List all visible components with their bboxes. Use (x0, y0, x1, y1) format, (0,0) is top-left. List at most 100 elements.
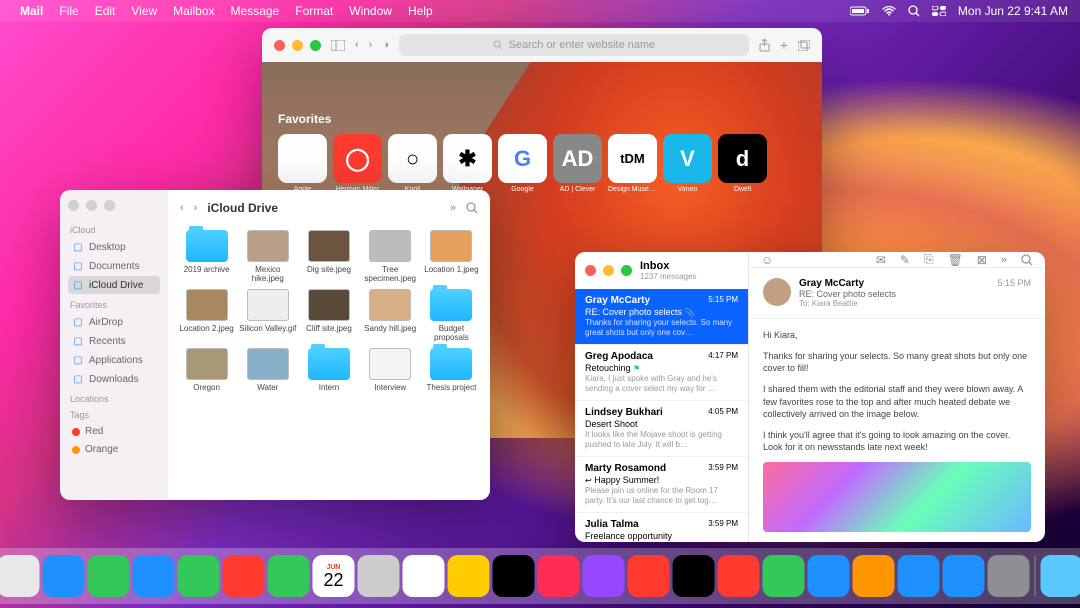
file-thesis-project[interactable]: Thesis project (423, 348, 480, 392)
sidebar-item-red[interactable]: Red (68, 423, 160, 440)
message-marty-rosamond[interactable]: Marty Rosamond3:59 PM↩ Happy Summer! Ple… (575, 457, 748, 513)
file-location-2-jpeg[interactable]: Location 2.jpeg (178, 289, 235, 342)
favorite-apple[interactable]: Apple (278, 134, 327, 193)
finder-more-icon[interactable]: » (450, 202, 456, 214)
dock-pages[interactable] (853, 555, 895, 597)
dock-system-preferences[interactable] (988, 555, 1030, 597)
favorite-vimeo[interactable]: VVimeo (663, 134, 712, 193)
mail-search-icon[interactable] (1021, 254, 1033, 266)
favorite-wallpaper[interactable]: ✱Wallpaper (443, 134, 492, 193)
file-dig-site-jpeg[interactable]: Dig site.jpeg (300, 230, 357, 283)
junk-icon[interactable]: ⊠ (977, 253, 987, 267)
dock-launchpad[interactable] (0, 555, 40, 597)
menu-message[interactable]: Message (231, 4, 280, 18)
compose-icon[interactable]: ✎ (900, 253, 910, 267)
dock-news[interactable] (628, 555, 670, 597)
finder-search-icon[interactable] (466, 202, 478, 214)
dock-reminders[interactable] (403, 555, 445, 597)
sidebar-item-documents[interactable]: ▢Documents (68, 257, 160, 275)
menu-format[interactable]: Format (295, 4, 333, 18)
file-intern[interactable]: Intern (300, 348, 357, 392)
dock-stocks[interactable] (673, 555, 715, 597)
message-julia-talma[interactable]: Julia Talma3:59 PMFreelance opportunity … (575, 513, 748, 542)
forward-button[interactable]: › (369, 39, 373, 51)
favorite-herman-miller[interactable]: ◯Herman Miller (333, 134, 382, 193)
dock-tv[interactable] (493, 555, 535, 597)
menu-view[interactable]: View (131, 4, 157, 18)
file-oregon[interactable]: Oregon (178, 348, 235, 392)
reply-icon[interactable]: ✉ (876, 253, 886, 267)
menu-help[interactable]: Help (408, 4, 433, 18)
file-cliff-site-jpeg[interactable]: Cliff site.jpeg (300, 289, 357, 342)
file-budget-proposals[interactable]: Budget proposals (423, 289, 480, 342)
dock-app-store[interactable] (943, 555, 985, 597)
sidebar-icon[interactable] (331, 40, 345, 51)
sidebar-item-desktop[interactable]: ▢Desktop (68, 238, 160, 256)
trash-icon[interactable]: 🗑 (948, 253, 963, 267)
dock-calendar[interactable]: JUN22 (313, 555, 355, 597)
menu-mailbox[interactable]: Mailbox (173, 4, 214, 18)
wifi-icon[interactable] (882, 6, 896, 16)
sidebar-item-orange[interactable]: Orange (68, 441, 160, 458)
message-lindsey-bukhari[interactable]: Lindsey Bukhari4:05 PMDesert Shoot It lo… (575, 401, 748, 457)
file-tree-specimen-jpeg[interactable]: Tree specimen.jpeg (362, 230, 419, 283)
favorite-google[interactable]: GGoogle (498, 134, 547, 193)
menu-file[interactable]: File (59, 4, 78, 18)
dock-contacts[interactable] (358, 555, 400, 597)
mail-traffic-lights[interactable] (585, 265, 632, 276)
dock-messages[interactable] (88, 555, 130, 597)
finder-forward[interactable]: › (194, 202, 198, 214)
tabs-icon[interactable] (798, 40, 810, 51)
archive-icon[interactable]: ⎘ (924, 252, 934, 267)
dock-music[interactable] (538, 555, 580, 597)
file-interview[interactable]: Interview (362, 348, 419, 392)
dock-facetime[interactable] (268, 555, 310, 597)
sidebar-item-recents[interactable]: ▢Recents (68, 332, 160, 350)
dock-photos[interactable] (223, 555, 265, 597)
dock-numbers[interactable] (763, 555, 805, 597)
dock-voice-memos[interactable] (718, 555, 760, 597)
search-icon[interactable] (908, 5, 920, 17)
file-water[interactable]: Water (239, 348, 296, 392)
dock-maps[interactable] (178, 555, 220, 597)
favorite-ad-clever[interactable]: ADAD | Clever (553, 134, 602, 193)
new-tab-icon[interactable]: + (780, 37, 788, 53)
dock-notes[interactable] (448, 555, 490, 597)
filter-icon[interactable]: ☺ (761, 253, 773, 267)
url-field[interactable]: Search or enter website name (399, 34, 749, 56)
mail-paragraph: I shared them with the editorial staff a… (763, 383, 1031, 421)
sidebar-item-applications[interactable]: ▢Applications (68, 351, 160, 369)
dock-safari[interactable] (43, 555, 85, 597)
file-2019-archive[interactable]: 2019 archive (178, 230, 235, 283)
favorite-dwell[interactable]: dDwell (718, 134, 767, 193)
file-sandy-hill-jpeg[interactable]: Sandy hill.jpeg (362, 289, 419, 342)
mail-more-icon[interactable]: » (1001, 254, 1007, 266)
sidebar-item-icloud-drive[interactable]: ▢iCloud Drive (68, 276, 160, 294)
share-icon[interactable] (759, 39, 770, 52)
datetime[interactable]: Mon Jun 22 9:41 AM (958, 4, 1068, 18)
finder-back[interactable]: ‹ (180, 202, 184, 214)
dock-keynote[interactable] (808, 555, 850, 597)
control-center-icon[interactable] (932, 6, 946, 16)
message-greg-apodaca[interactable]: Greg Apodaca4:17 PMRetouching ⚑Kiara, I … (575, 345, 748, 401)
dock-mail[interactable] (133, 555, 175, 597)
menu-edit[interactable]: Edit (95, 4, 116, 18)
sidebar-item-downloads[interactable]: ▢Downloads (68, 370, 160, 388)
battery-icon[interactable] (850, 6, 870, 16)
sidebar-item-airdrop[interactable]: ▢AirDrop (68, 313, 160, 331)
dock-podcasts[interactable] (583, 555, 625, 597)
file-location-1-jpeg[interactable]: Location 1.jpeg (423, 230, 480, 283)
file-silicon-valley-gif[interactable]: Silicon Valley.gif (239, 289, 296, 342)
menu-app[interactable]: Mail (20, 4, 43, 18)
shield-icon[interactable]: ◑ (382, 39, 389, 51)
file-mexico-hike-jpeg[interactable]: Mexico hike.jpeg (239, 230, 296, 283)
dock-xcode[interactable] (898, 555, 940, 597)
favorite-design-museum[interactable]: tDMDesign Museum (608, 134, 657, 193)
message-gray-mccarty[interactable]: Gray McCarty5:15 PMRE: Cover photo selec… (575, 289, 748, 345)
dock-downloads-stack[interactable] (1041, 555, 1080, 597)
menu-window[interactable]: Window (349, 4, 392, 18)
favorite-knoll[interactable]: ○Knoll (388, 134, 437, 193)
back-button[interactable]: ‹ (355, 39, 359, 51)
safari-traffic-lights[interactable] (274, 40, 321, 51)
finder-traffic-lights[interactable] (68, 200, 160, 211)
